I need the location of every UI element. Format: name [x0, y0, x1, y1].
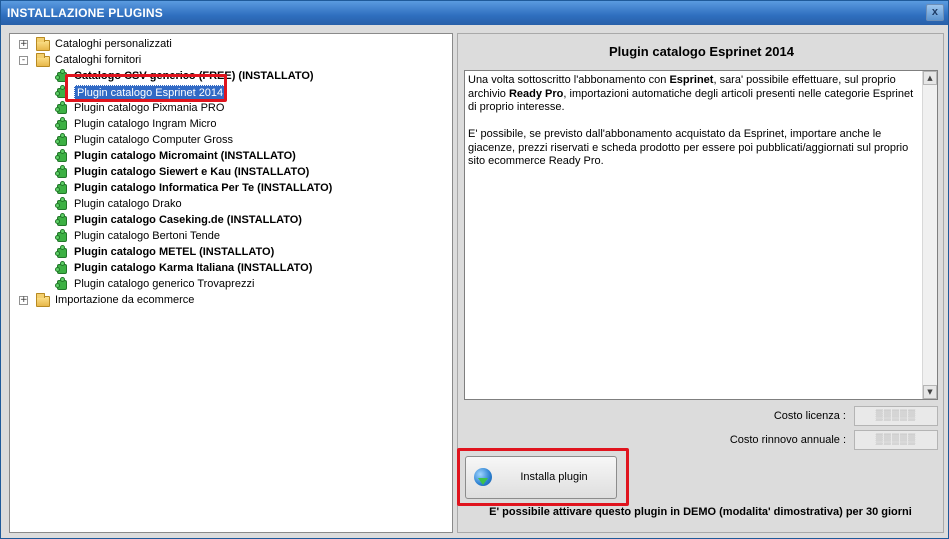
expand-icon[interactable]: +	[19, 296, 28, 305]
costo-rinnovo-label: Costo rinnovo annuale :	[729, 434, 846, 446]
close-button[interactable]: x	[926, 4, 944, 21]
puzzle-plugin-icon	[55, 261, 69, 275]
plugin-tree[interactable]: + Cataloghi personalizzati - Cataloghi forn…	[9, 33, 453, 533]
puzzle-plugin-icon	[55, 213, 69, 227]
tree-plugin-node[interactable]: Plugin catalogo Karma Italiana (INSTALLA…	[10, 260, 450, 276]
tree-node-label[interactable]: Plugin catalogo Caseking.de (INSTALLATO)	[74, 212, 302, 228]
tree-plugin-node[interactable]: Plugin catalogo Computer Gross	[10, 132, 450, 148]
tree-node-label[interactable]: Plugin catalogo Drako	[74, 196, 182, 212]
plugin-title: Plugin catalogo Esprinet 2014	[609, 44, 794, 59]
puzzle-plugin-icon	[55, 165, 69, 179]
tree-node-label[interactable]: Plugin catalogo Bertoni Tende	[74, 228, 220, 244]
tree-plugin-node[interactable]: Plugin catalogo Micromaint (INSTALLATO)	[10, 148, 450, 164]
folder-icon	[36, 53, 50, 67]
costo-licenza-field: ▒▒▒▒▒	[854, 406, 938, 426]
puzzle-plugin-icon	[55, 101, 69, 115]
tree-node-label[interactable]: Plugin catalogo METEL (INSTALLATO)	[74, 244, 274, 260]
tree-plugin-node[interactable]: Plugin catalogo Pixmania PRO	[10, 100, 450, 116]
tree-plugin-node[interactable]: Plugin catalogo Drako	[10, 196, 450, 212]
tree-node-label[interactable]: Plugin catalogo Micromaint (INSTALLATO)	[74, 148, 296, 164]
puzzle-plugin-icon	[55, 181, 69, 195]
tree-folder-node[interactable]: + Cataloghi personalizzati	[10, 36, 450, 52]
costo-licenza-label: Costo licenza :	[773, 410, 846, 422]
tree-node-label[interactable]: Cataloghi personalizzati	[55, 36, 172, 52]
plugin-description: Una volta sottoscritto l'abbonamento con…	[468, 74, 918, 182]
close-icon: x	[931, 6, 939, 18]
tree-folder-node[interactable]: - Cataloghi fornitori	[10, 52, 450, 68]
tree-node-label[interactable]: Plugin catalogo Ingram Micro	[74, 116, 216, 132]
tree-node-label[interactable]: Plugin catalogo Pixmania PRO	[74, 100, 224, 116]
tree-node-label[interactable]: Importazione da ecommerce	[55, 292, 194, 308]
collapse-icon[interactable]: -	[19, 56, 28, 65]
puzzle-plugin-icon	[55, 133, 69, 147]
puzzle-plugin-icon	[55, 149, 69, 163]
tree-plugin-node[interactable]: Plugin catalogo Ingram Micro	[10, 116, 450, 132]
tree-node-label[interactable]: Cataloghi fornitori	[55, 52, 141, 68]
puzzle-plugin-icon	[55, 197, 69, 211]
tree-node-label[interactable]: Plugin catalogo Informatica Per Te (INST…	[74, 180, 332, 196]
tree-plugin-node[interactable]: Plugin catalogo METEL (INSTALLATO)	[10, 244, 450, 260]
description-paragraph-2: E' possibile, se previsto dall'abbonamen…	[468, 128, 909, 167]
tree-node-label[interactable]: Plugin catalogo generico Trovaprezzi	[74, 276, 254, 292]
window-title: INSTALLAZIONE PLUGINS	[7, 6, 163, 20]
scroll-down-icon[interactable]: ▼	[923, 385, 937, 399]
tree-folder-node[interactable]: + Importazione da ecommerce	[10, 292, 450, 308]
tree-plugin-node[interactable]: Plugin catalogo Informatica Per Te (INST…	[10, 180, 450, 196]
folder-icon	[36, 293, 50, 307]
tree-plugin-node[interactable]: Plugin catalogo generico Trovaprezzi	[10, 276, 450, 292]
tree-node-label[interactable]: Plugin catalogo Siewert e Kau (INSTALLAT…	[74, 164, 309, 180]
description-scrollbar[interactable]: ▲ ▼	[922, 71, 937, 399]
expand-icon[interactable]: +	[19, 40, 28, 49]
tree-plugin-node[interactable]: Plugin catalogo Siewert e Kau (INSTALLAT…	[10, 164, 450, 180]
tree-node-label[interactable]: Plugin catalogo Karma Italiana (INSTALLA…	[74, 260, 312, 276]
description-paragraph-1: Una volta sottoscritto l'abbonamento con…	[468, 74, 914, 113]
plugin-description-box[interactable]: Una volta sottoscritto l'abbonamento con…	[464, 70, 938, 400]
install-plugins-window: INSTALLAZIONE PLUGINS x + Cataloghi perso…	[0, 0, 949, 539]
window-titlebar: INSTALLAZIONE PLUGINS x	[1, 1, 948, 25]
puzzle-plugin-icon	[55, 229, 69, 243]
scroll-up-icon[interactable]: ▲	[923, 71, 937, 85]
puzzle-plugin-icon	[55, 117, 69, 131]
puzzle-plugin-icon	[55, 245, 69, 259]
costo-rinnovo-field: ▒▒▒▒▒	[854, 430, 938, 450]
tree-plugin-node[interactable]: Plugin catalogo Bertoni Tende	[10, 228, 450, 244]
tree-node-label[interactable]: Plugin catalogo Computer Gross	[74, 132, 233, 148]
folder-icon	[36, 37, 50, 51]
tree-plugin-node[interactable]: Plugin catalogo Caseking.de (INSTALLATO)	[10, 212, 450, 228]
install-highlight-box	[457, 448, 629, 506]
demo-note: E' possibile attivare questo plugin in D…	[489, 506, 912, 518]
selection-highlight-box	[65, 74, 227, 102]
puzzle-plugin-icon	[55, 277, 69, 291]
